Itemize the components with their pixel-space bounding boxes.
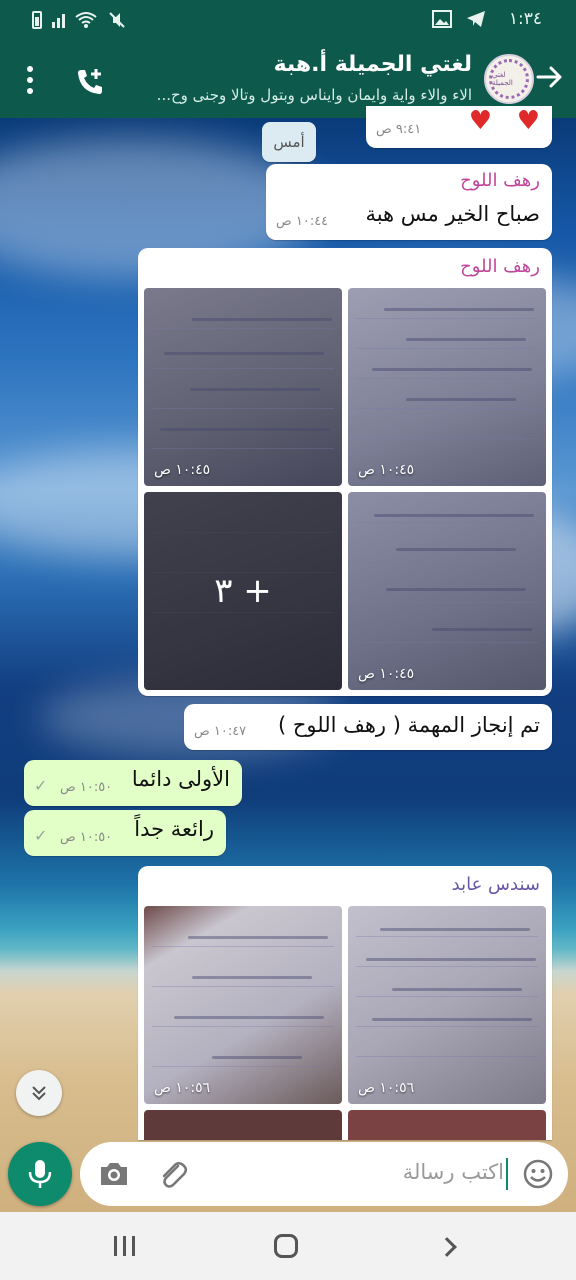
photo-time: ١٠:٥٦ ص <box>358 1080 415 1096</box>
home-button[interactable] <box>274 1234 298 1258</box>
message-placeholder: اكتب رسالة <box>402 1160 504 1184</box>
photo-thumbnail[interactable]: ١٠:٤٥ ص <box>348 288 546 486</box>
sent-check-icon: ✓ <box>34 776 48 795</box>
message-bubble[interactable]: تم إنجاز المهمة ( رهف اللوح ) ١٠:٤٧ ص <box>184 704 552 750</box>
more-photos-label: + ٣ <box>214 571 272 611</box>
message-text: الأولى دائما <box>131 767 230 791</box>
message-bubble-outgoing[interactable]: الأولى دائما ١٠:٥٠ ص ✓ <box>24 760 242 806</box>
wifi-icon <box>75 12 97 28</box>
message-text: صباح الخير مس هبة <box>365 202 540 226</box>
attach-icon[interactable] <box>156 1158 190 1192</box>
chat-title[interactable]: لغتي الجميلة أ.هبة <box>274 52 472 77</box>
status-icons-right <box>432 10 486 28</box>
message-time: ١٠:٤٧ ص <box>194 724 247 739</box>
message-text: رائعة جداً <box>134 817 214 841</box>
emoji-icon[interactable] <box>522 1158 554 1190</box>
photo-thumbnail[interactable]: ١٠:٥٦ ص <box>348 906 546 1104</box>
photo-thumbnail[interactable]: ١٠:٤٥ ص <box>144 288 342 486</box>
message-sender[interactable]: رهف اللوح <box>460 256 540 277</box>
gallery-icon <box>432 10 452 28</box>
message-bubble-partial[interactable]: ♥ ♥ ٩:٤١ ص <box>366 106 552 148</box>
text-cursor <box>506 1158 508 1190</box>
mute-icon <box>109 12 125 28</box>
photo-thumbnail[interactable]: ١٠:٤٥ ص <box>348 492 546 690</box>
photo-time: ١٠:٤٥ ص <box>358 666 415 682</box>
status-bar: ١:٣٤ <box>0 0 576 40</box>
message-time: ١٠:٥٠ ص <box>60 780 113 795</box>
system-nav-bar <box>0 1212 576 1280</box>
message-bubble-outgoing[interactable]: رائعة جداً ١٠:٥٠ ص ✓ <box>24 810 226 856</box>
avatar-logo-text: لغتي الجميلة <box>492 71 513 87</box>
photo-thumbnail[interactable]: ١٠:٥٦ ص <box>144 906 342 1104</box>
photo-time: ١٠:٥٦ ص <box>154 1080 211 1096</box>
photo-album-bubble[interactable]: رهف اللوح ١٠:٤٥ ص ١٠:٤٥ ص ١٠:٤٥ ص + ٣ <box>138 248 552 696</box>
heart-emoji: ♥ <box>468 106 492 136</box>
scroll-to-bottom-button[interactable] <box>16 1070 62 1116</box>
add-call-icon[interactable] <box>74 66 106 98</box>
signal-icon <box>52 12 65 28</box>
back-arrow-icon[interactable] <box>534 62 564 92</box>
photo-time: ١٠:٤٥ ص <box>154 462 211 478</box>
mic-icon <box>28 1160 52 1188</box>
message-time: ١٠:٥٠ ص <box>60 830 113 845</box>
photo-thumbnail[interactable] <box>144 1110 342 1140</box>
avatar-logo: لغتي الجميلة <box>489 59 529 99</box>
message-time: ٩:٤١ ص <box>376 122 422 137</box>
sent-check-icon: ✓ <box>34 826 48 845</box>
nav-back-button[interactable] <box>437 1237 457 1257</box>
photo-album-bubble[interactable]: سندس عابد ١٠:٥٦ ص ١٠:٥٦ ص <box>138 866 552 1140</box>
message-sender[interactable]: سندس عابد <box>452 874 540 895</box>
status-time: ١:٣٤ <box>508 9 542 29</box>
voice-record-button[interactable] <box>8 1142 72 1206</box>
chat-participants[interactable]: الاء والاء واية وايمان وايناس وبتول وتال… <box>102 86 472 104</box>
group-avatar[interactable]: لغتي الجميلة <box>484 54 534 104</box>
status-icons-left <box>32 10 127 30</box>
recents-button[interactable] <box>114 1236 135 1256</box>
telegram-icon <box>467 11 485 27</box>
chevron-down-icon <box>32 1086 46 1101</box>
date-divider: أمس <box>262 122 316 162</box>
photo-thumbnail[interactable] <box>348 1110 546 1140</box>
message-bubble[interactable]: رهف اللوح صباح الخير مس هبة ١٠:٤٤ ص <box>266 164 552 240</box>
photo-time: ١٠:٤٥ ص <box>358 462 415 478</box>
photo-thumbnail-more[interactable]: + ٣ <box>144 492 342 690</box>
heart-emoji: ♥ <box>516 106 540 136</box>
menu-icon[interactable] <box>26 66 34 94</box>
message-input[interactable]: اكتب رسالة <box>80 1142 568 1206</box>
message-time: ١٠:٤٤ ص <box>276 214 329 229</box>
message-sender[interactable]: رهف اللوح <box>460 170 540 191</box>
message-text: تم إنجاز المهمة ( رهف اللوح ) <box>277 713 540 737</box>
camera-icon[interactable] <box>98 1160 130 1188</box>
battery-icon <box>32 11 42 29</box>
more-photos-count: + ٣ <box>144 492 342 690</box>
